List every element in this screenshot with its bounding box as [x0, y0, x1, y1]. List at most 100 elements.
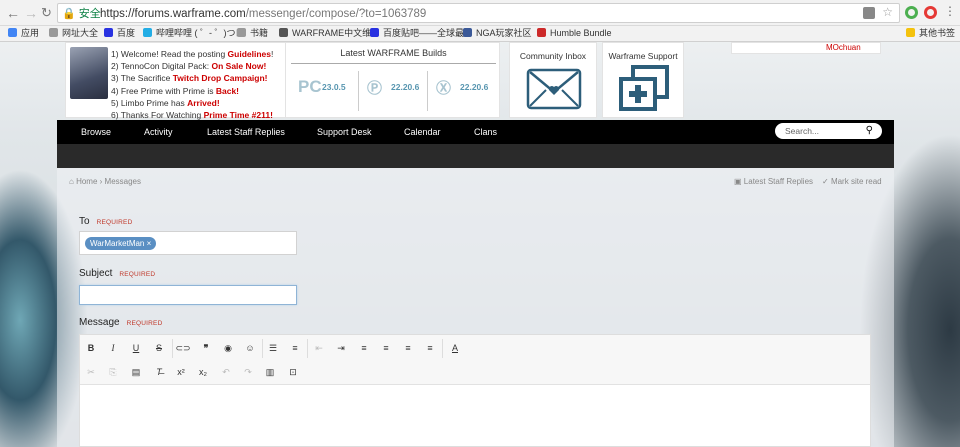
align-center-icon[interactable]: ≡ — [377, 340, 395, 356]
translate-icon[interactable] — [863, 7, 875, 19]
news-highlight[interactable]: Prime Time #211! — [204, 110, 273, 120]
redo-icon[interactable]: ↷ — [239, 364, 257, 380]
news-item[interactable]: 4) Free Prime with Prime is Back! — [111, 85, 273, 97]
numbered-list-icon[interactable]: ≡ — [286, 340, 304, 356]
justify-icon[interactable]: ≡ — [421, 340, 439, 356]
bookmark-item[interactable]: 网址大全 — [49, 27, 98, 40]
preview-icon[interactable]: ⊡ — [284, 364, 302, 380]
news-item[interactable]: 3) The Sacrifice Twitch Drop Campaign! — [111, 72, 273, 84]
italic-icon[interactable]: I — [104, 340, 122, 356]
paste-icon[interactable]: ▤ — [127, 364, 145, 380]
forward-icon[interactable]: → — [24, 4, 38, 22]
bookmark-item[interactable]: Humble Bundle — [537, 27, 612, 40]
align-right-icon[interactable]: ≡ — [399, 340, 417, 356]
remove-tag-icon[interactable]: × — [147, 239, 152, 248]
bookmark-label: 百度贴吧——全球最 — [383, 28, 465, 38]
news-highlight[interactable]: Back! — [216, 86, 239, 96]
search-icon[interactable]: ⚲ — [866, 123, 873, 139]
baidu-icon — [104, 28, 113, 37]
news-highlight[interactable]: On Sale Now! — [211, 61, 266, 71]
nav-calendar[interactable]: Calendar — [404, 126, 441, 138]
emoji-icon[interactable]: ☺ — [241, 340, 259, 356]
nav-clans[interactable]: Clans — [474, 126, 497, 138]
bookmark-label: WARFRAME中文维 — [292, 28, 372, 38]
envelope-icon — [526, 68, 582, 110]
nav-latest-staff-replies[interactable]: Latest Staff Replies — [207, 126, 285, 138]
bookmark-item[interactable]: 书籍 — [237, 27, 268, 40]
remove-format-icon[interactable]: T̶ — [150, 364, 168, 380]
humble-icon — [537, 28, 546, 37]
star-icon[interactable]: ☆ — [882, 5, 893, 19]
subscript-icon[interactable]: x₂ — [194, 364, 212, 380]
nav-support-desk[interactable]: Support Desk — [317, 126, 372, 138]
nav-browse[interactable]: Browse — [81, 126, 111, 138]
bookmark-item[interactable]: 百度 — [104, 27, 135, 40]
extension-icon-1[interactable] — [905, 6, 918, 19]
mark-site-read-link[interactable]: ✓ Mark site read — [822, 177, 882, 187]
bookmark-other[interactable]: 其他书签 — [906, 27, 955, 40]
nav-activity[interactable]: Activity — [144, 126, 173, 138]
browser-toolbar: ← → ↻ 🔒 安全 https://forums.warframe.com/m… — [0, 0, 960, 26]
character-portrait — [70, 47, 108, 99]
menu-icon[interactable]: ⋮ — [944, 4, 956, 18]
bookmark-item[interactable]: 哔哩哔哩 ( ゜- ゜)つロ — [143, 27, 245, 40]
strikethrough-icon[interactable]: S — [150, 340, 168, 356]
bullet-list-icon[interactable]: ☰ — [264, 340, 282, 356]
back-icon[interactable]: ← — [6, 4, 20, 22]
username[interactable]: MOchuan — [826, 43, 861, 52]
address-bar[interactable]: 🔒 安全 https://forums.warframe.com/messeng… — [57, 3, 900, 23]
underline-icon[interactable]: U — [127, 340, 145, 356]
required-badge: REQUIRED — [126, 320, 163, 327]
support-icon — [619, 65, 669, 111]
bookmark-item[interactable]: 百度贴吧——全球最 — [370, 27, 464, 40]
news-highlight[interactable]: Guidelines — [228, 49, 271, 59]
news-list: 1) Welcome! Read the posting Guidelines!… — [111, 48, 273, 121]
news-item[interactable]: 5) Limbo Prime has Arrived! — [111, 97, 273, 109]
warframe-support-panel[interactable]: Warframe Support — [602, 42, 684, 118]
bookmark-apps[interactable]: 应用 — [8, 27, 39, 40]
indent-icon[interactable]: ⇥ — [332, 340, 350, 356]
toolbar-divider — [172, 339, 173, 358]
search-input[interactable]: Search... ⚲ — [775, 123, 882, 139]
align-left-icon[interactable]: ≡ — [355, 340, 373, 356]
bookmark-item[interactable]: NGA玩家社区 — [463, 27, 532, 40]
build-ps[interactable]: Ⓟ 22.20.6 — [359, 71, 427, 115]
cut-icon[interactable]: ✂ — [82, 364, 100, 380]
quote-icon[interactable]: ❞ — [197, 340, 215, 356]
recipient-tag[interactable]: WarMarketMan × — [85, 237, 157, 250]
community-inbox-panel[interactable]: Community Inbox — [509, 42, 597, 118]
editor-toolbar: B I U S ⊂⊃ ❞ ◉ ☺ ☰ ≡ ⇤ ⇥ ≡ ≡ ≡ ≡ A ✂ ⎘ ▤… — [80, 335, 870, 385]
undo-icon[interactable]: ↶ — [217, 364, 235, 380]
toolbar-divider — [442, 339, 443, 358]
news-text: 2) TennoCon Digital Pack: — [111, 61, 212, 72]
copy-icon[interactable]: ⎘ — [104, 364, 122, 380]
superscript-icon[interactable]: x² — [172, 364, 190, 380]
breadcrumb-current: Messages — [104, 177, 142, 186]
build-pc[interactable]: PC 23.0.5 — [290, 71, 358, 115]
latest-staff-replies-link[interactable]: ▣ Latest Staff Replies — [734, 177, 813, 187]
news-text: 5) Limbo Prime has — [111, 97, 188, 108]
source-icon[interactable]: ▥ — [261, 364, 279, 380]
text-color-icon[interactable]: A — [446, 340, 464, 356]
message-editor[interactable]: B I U S ⊂⊃ ❞ ◉ ☺ ☰ ≡ ⇤ ⇥ ≡ ≡ ≡ ≡ A ✂ ⎘ ▤… — [79, 334, 871, 447]
news-highlight[interactable]: Twitch Drop Campaign! — [173, 73, 268, 83]
user-bar[interactable]: MOchuan — [731, 42, 881, 54]
search-placeholder: Search... — [785, 126, 820, 136]
recipient-field[interactable]: WarMarketMan × — [79, 231, 297, 255]
reload-icon[interactable]: ↻ — [41, 4, 52, 22]
subject-label-text: Subject — [79, 268, 113, 279]
breadcrumb-home[interactable]: Home — [76, 177, 97, 186]
news-item[interactable]: 1) Welcome! Read the posting Guidelines! — [111, 48, 273, 60]
link-icon[interactable]: ⊂⊃ — [174, 340, 192, 356]
build-xbox[interactable]: Ⓧ 22.20.6 — [428, 71, 496, 115]
extension-icon-2[interactable] — [924, 6, 937, 19]
news-highlight[interactable]: Arrived! — [187, 98, 220, 108]
news-item[interactable]: 2) TennoCon Digital Pack: On Sale Now! — [111, 60, 273, 72]
inbox-title: Community Inbox — [519, 51, 587, 61]
subject-input[interactable] — [79, 285, 297, 305]
spoiler-icon[interactable]: ◉ — [219, 340, 237, 356]
bookmark-item[interactable]: WARFRAME中文维 — [279, 27, 371, 40]
bold-icon[interactable]: B — [82, 340, 100, 356]
outdent-icon[interactable]: ⇤ — [310, 340, 328, 356]
breadcrumb: ⌂ Home › Messages — [69, 177, 141, 187]
